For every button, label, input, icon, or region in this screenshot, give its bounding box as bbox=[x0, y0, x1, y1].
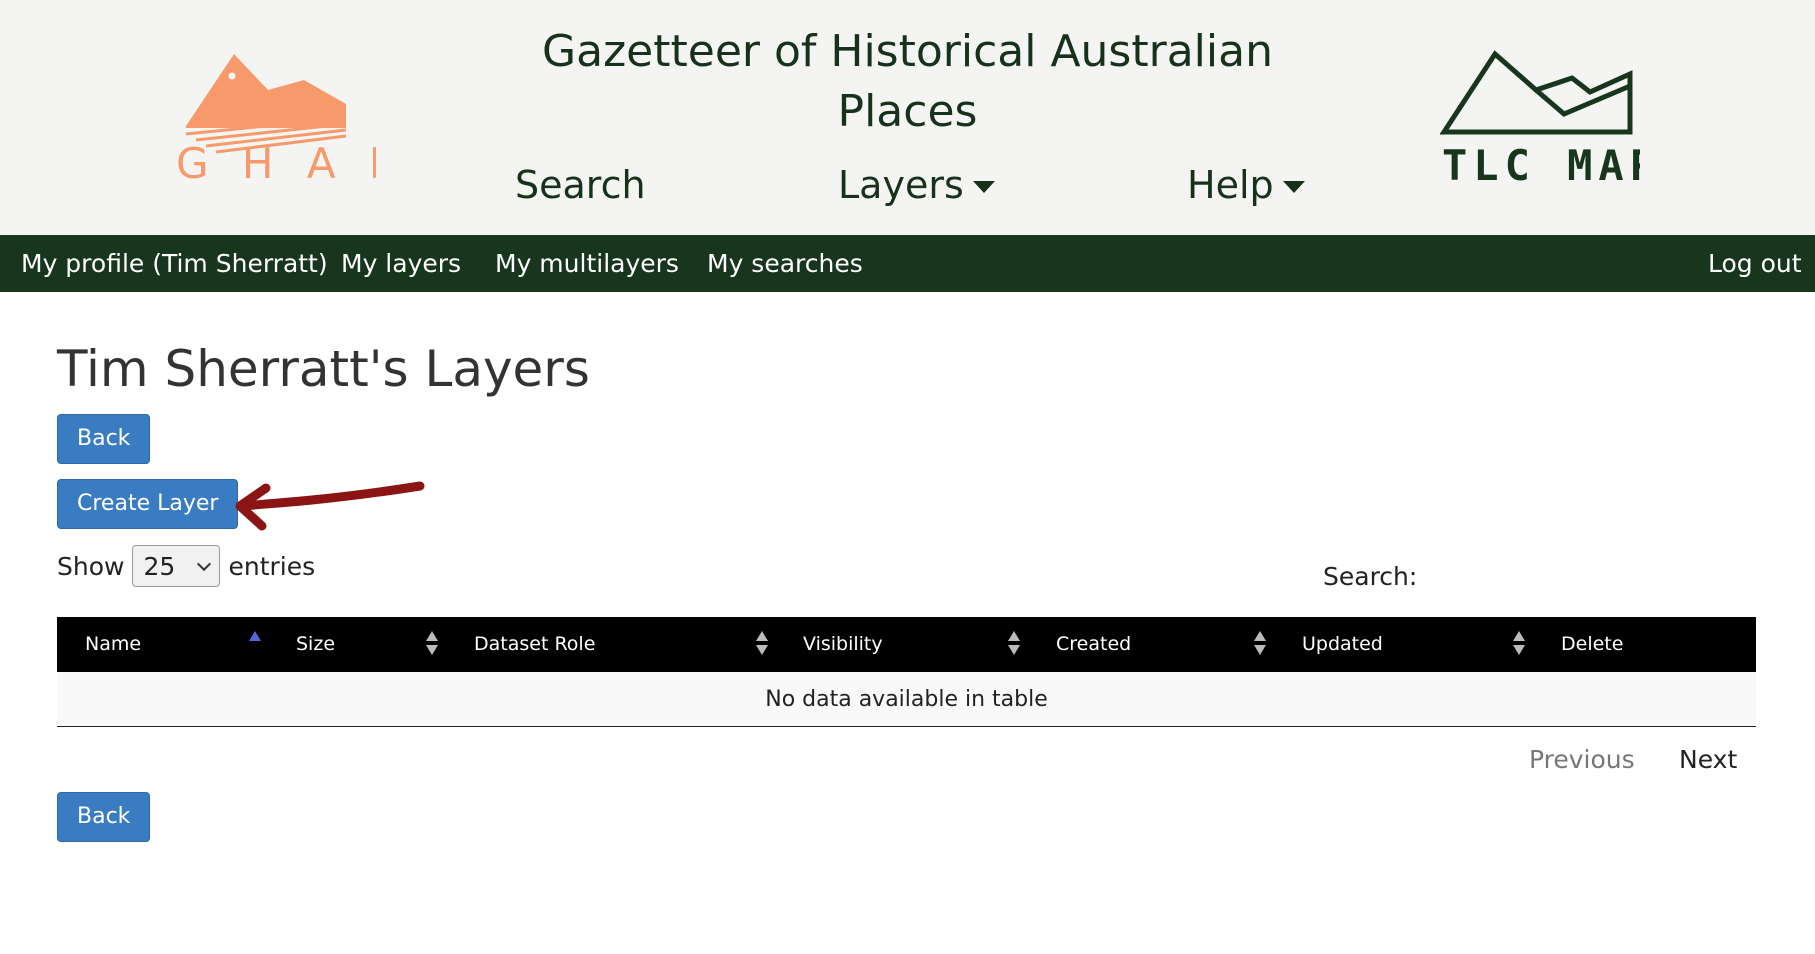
table-empty-row: No data available in table bbox=[57, 672, 1756, 727]
nav-search-label: Search bbox=[515, 163, 646, 207]
back-button-top[interactable]: Back bbox=[57, 414, 151, 464]
layers-table: Name Size Dataset Role Visibility Create… bbox=[57, 617, 1756, 727]
annotation-arrow-icon bbox=[235, 481, 425, 531]
caret-down-icon bbox=[1282, 181, 1305, 193]
sort-icon[interactable] bbox=[1008, 631, 1020, 657]
column-header-updated[interactable]: Updated bbox=[1302, 617, 1383, 672]
entries-length-control: Show 25 entries bbox=[57, 545, 315, 587]
sort-icon[interactable] bbox=[1254, 631, 1266, 657]
column-header-visibility[interactable]: Visibility bbox=[803, 617, 883, 672]
create-layer-button[interactable]: Create Layer bbox=[57, 479, 239, 529]
my-layers-link[interactable]: My layers bbox=[341, 235, 461, 292]
ghap-logo-icon[interactable]: G H A P bbox=[176, 48, 376, 188]
user-nav-bar: My profile (Tim Sherratt) My layers My m… bbox=[0, 235, 1815, 292]
show-label: Show bbox=[57, 551, 125, 581]
my-searches-link[interactable]: My searches bbox=[707, 235, 863, 292]
back-button-bottom[interactable]: Back bbox=[57, 792, 151, 842]
nav-search[interactable]: Search bbox=[515, 160, 646, 210]
table-header-row: Name Size Dataset Role Visibility Create… bbox=[57, 617, 1756, 672]
sort-icon[interactable] bbox=[426, 631, 438, 657]
sort-asc-icon[interactable] bbox=[249, 631, 261, 657]
pagination-previous[interactable]: Previous bbox=[1529, 745, 1635, 774]
page-title: Tim Sherratt's Layers bbox=[57, 340, 590, 398]
my-profile-link[interactable]: My profile (Tim Sherratt) bbox=[21, 235, 328, 292]
column-header-size[interactable]: Size bbox=[296, 617, 335, 672]
tlc-map-logo-icon[interactable]: TLC MAP bbox=[1440, 50, 1640, 190]
nav-layers-label: Layers bbox=[838, 163, 964, 207]
chevron-down-icon bbox=[197, 556, 212, 571]
search-label: Search: bbox=[1323, 562, 1418, 591]
nav-help-dropdown[interactable]: Help bbox=[1187, 160, 1305, 210]
caret-down-icon bbox=[972, 181, 995, 193]
column-header-dataset-role[interactable]: Dataset Role bbox=[474, 617, 595, 672]
entries-select-value: 25 bbox=[143, 551, 176, 581]
column-header-created[interactable]: Created bbox=[1056, 617, 1131, 672]
entries-select[interactable]: 25 bbox=[132, 545, 221, 587]
tlc-logo-text: TLC MAP bbox=[1442, 141, 1640, 190]
log-out-link[interactable]: Log out bbox=[1708, 235, 1802, 292]
column-header-delete: Delete bbox=[1561, 633, 1624, 655]
column-header-name[interactable]: Name bbox=[85, 617, 141, 672]
sort-icon[interactable] bbox=[1513, 631, 1525, 657]
ghap-logo-text: G H A P bbox=[176, 139, 376, 188]
nav-help-label: Help bbox=[1187, 163, 1274, 207]
sort-icon[interactable] bbox=[756, 631, 768, 657]
entries-label: entries bbox=[228, 551, 316, 581]
my-multilayers-link[interactable]: My multilayers bbox=[495, 235, 679, 292]
site-header: G H A P Gazetteer of Historical Australi… bbox=[0, 0, 1815, 235]
nav-layers-dropdown[interactable]: Layers bbox=[838, 160, 995, 210]
pagination-next[interactable]: Next bbox=[1679, 745, 1737, 774]
site-title: Gazetteer of Historical Australian Place… bbox=[542, 26, 1273, 137]
